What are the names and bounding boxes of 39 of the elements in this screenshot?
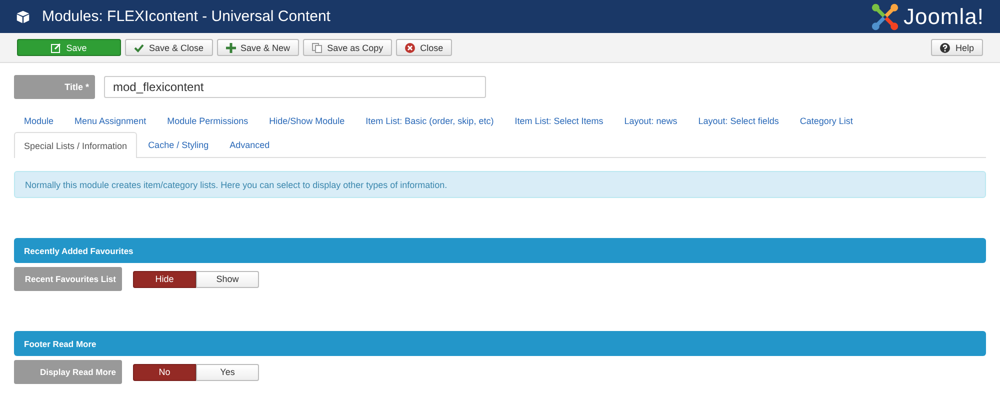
edit-icon xyxy=(51,42,62,52)
title-field[interactable]: mod_flexicontent xyxy=(104,76,486,98)
tab[interactable]: Special Lists / Information xyxy=(14,132,138,158)
tab[interactable]: Module Permissions xyxy=(157,108,258,132)
tab[interactable]: Advanced xyxy=(220,132,280,157)
tab[interactable]: Module xyxy=(14,108,64,132)
close-button[interactable]: Close xyxy=(396,39,452,56)
check-icon xyxy=(134,42,144,52)
field-label: Display Read More xyxy=(14,360,122,384)
tab[interactable]: Menu Assignment xyxy=(64,108,156,132)
tab[interactable]: Item List: Basic (order, skip, etc) xyxy=(356,108,504,132)
window-title: Modules: FLEXIcontent - Universal Content xyxy=(42,8,330,25)
plus-icon xyxy=(226,42,236,52)
tab[interactable]: Category List xyxy=(790,108,863,132)
toggle-option[interactable]: Hide xyxy=(133,270,196,288)
copy-icon xyxy=(312,42,322,52)
copy-button[interactable]: Save as Copy xyxy=(303,39,392,56)
tab[interactable]: Layout: Select fields xyxy=(688,108,789,132)
field-label: Recent Favourites List xyxy=(14,267,122,291)
info-message: Normally this module creates item/category lists. Here you can select to display other types of information. xyxy=(14,171,986,198)
title-label: Title * xyxy=(14,75,95,99)
logo-text: Joomla! xyxy=(903,4,984,30)
toggle-option[interactable]: Show xyxy=(196,270,259,288)
cube-icon xyxy=(16,10,30,24)
tab[interactable]: Layout: news xyxy=(614,108,688,132)
toggle-option[interactable]: Yes xyxy=(196,364,259,380)
tab[interactable]: Item List: Select Items xyxy=(504,108,614,132)
close-icon xyxy=(405,42,416,52)
tab[interactable]: Cache / Styling xyxy=(138,132,219,157)
tab[interactable]: Hide/Show Module xyxy=(259,108,355,132)
help-button[interactable]: Help xyxy=(931,39,983,56)
section-header: Recently Added Favourites xyxy=(14,238,986,263)
toggle-option[interactable]: No xyxy=(133,364,196,380)
check-button[interactable]: Save & Close xyxy=(125,39,213,56)
plus-button[interactable]: Save & New xyxy=(216,39,300,56)
help-icon xyxy=(940,42,950,52)
section-header: Footer Read More xyxy=(14,331,986,356)
save-button[interactable]: Save xyxy=(17,39,121,56)
logo-icon xyxy=(871,2,900,30)
